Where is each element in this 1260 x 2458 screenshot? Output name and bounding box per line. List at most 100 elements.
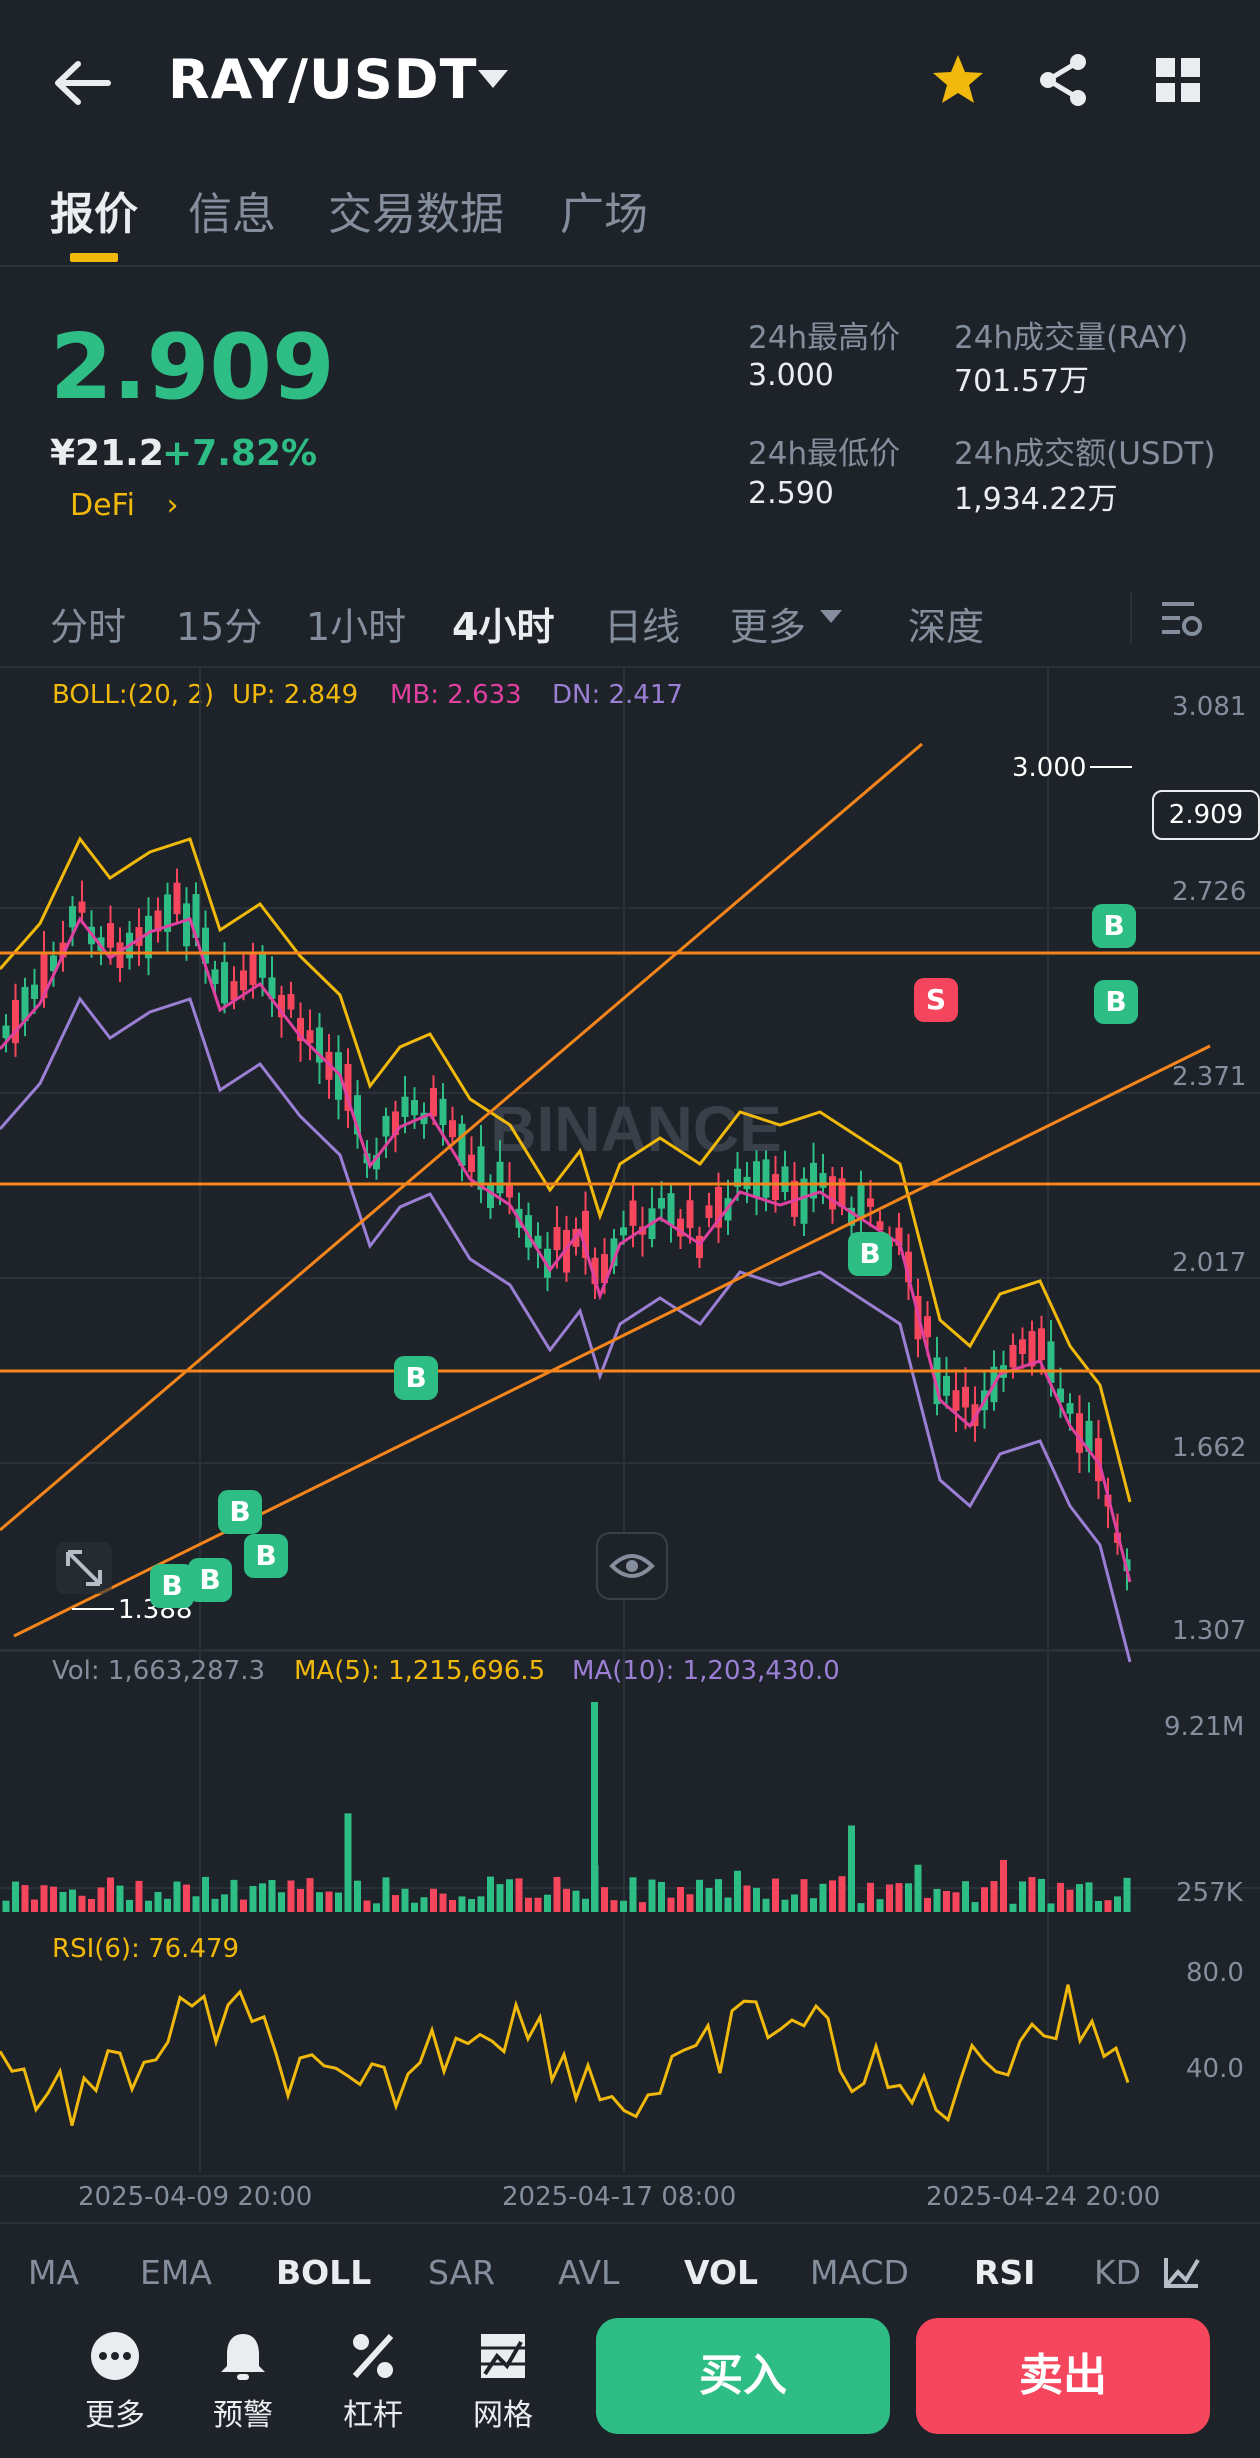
candle-body: [943, 1375, 950, 1396]
volume-bar: [1047, 1903, 1055, 1912]
chart-settings-icon[interactable]: [1160, 598, 1204, 642]
share-icon[interactable]: [1036, 52, 1090, 108]
volume-bar: [50, 1886, 57, 1912]
volume-bar: [40, 1885, 48, 1912]
buy-signal-badge[interactable]: B: [848, 1232, 892, 1276]
tab-trade-data[interactable]: 交易数据: [328, 178, 504, 242]
volume-bar: [1085, 1882, 1093, 1912]
buy-button[interactable]: 买入: [596, 2318, 890, 2434]
volume-bar: [1019, 1881, 1026, 1912]
ind-vol[interactable]: VOL: [684, 2253, 758, 2292]
action-margin[interactable]: 杠杆: [328, 2330, 418, 2434]
boll-lines: [0, 836, 1132, 1663]
buy-signal-badge[interactable]: B: [1094, 980, 1138, 1024]
volume-bar: [933, 1888, 941, 1912]
volume-bar: [373, 1903, 380, 1912]
candle-body: [401, 1096, 409, 1117]
pair-title[interactable]: RAY/USDT: [168, 48, 477, 111]
vol-ma5: MA(5): 1,215,696.5: [294, 1656, 546, 1686]
high-label: 24h最高价: [748, 320, 901, 356]
volume-bar: [449, 1900, 456, 1912]
interval-timeshare[interactable]: 分时: [50, 596, 126, 651]
last-price: 2.909: [50, 315, 335, 420]
star-icon[interactable]: [930, 52, 986, 108]
ind-ma[interactable]: MA: [28, 2253, 79, 2292]
tab-square[interactable]: 广场: [560, 178, 648, 242]
volume-bar: [126, 1899, 133, 1912]
kline-chart[interactable]: BINANCE 3.000 1.388: [0, 668, 1260, 2208]
action-more-label: 更多: [85, 2398, 145, 2433]
candle-body: [430, 1088, 437, 1117]
volume-bar: [582, 1898, 589, 1912]
volume-bar: [401, 1888, 409, 1912]
action-alert[interactable]: 预警: [198, 2330, 288, 2434]
price-change: +7.82%: [162, 433, 318, 474]
category-tag[interactable]: DeFi ›: [70, 488, 179, 523]
action-grid[interactable]: 网格: [458, 2330, 548, 2434]
candle-body: [772, 1174, 779, 1201]
sell-signal-badge[interactable]: S: [914, 978, 958, 1022]
candle-body: [173, 882, 181, 915]
buy-signal-badge[interactable]: B: [150, 1564, 194, 1608]
buy-signal-badge[interactable]: B: [1092, 904, 1136, 948]
buy-signal-badge[interactable]: B: [394, 1356, 438, 1400]
rsi-label: RSI(6): 76.479: [52, 1934, 240, 1964]
interval-1d[interactable]: 日线: [604, 596, 680, 651]
ind-ema[interactable]: EMA: [140, 2253, 212, 2292]
volume-bar: [876, 1899, 884, 1912]
drawn-lines[interactable]: [0, 742, 1260, 1638]
high-value: 3.000: [748, 358, 834, 393]
volume-label: 24h成交量(RAY): [954, 320, 1189, 356]
volume-bar: [97, 1887, 105, 1912]
action-more[interactable]: 更多: [70, 2330, 160, 2434]
volume-bar: [1114, 1896, 1121, 1912]
volume-bar: [534, 1897, 542, 1912]
interval-15m[interactable]: 15分: [176, 596, 262, 651]
volume-bar: [658, 1881, 665, 1912]
candle-body: [762, 1159, 770, 1198]
ind-boll[interactable]: BOLL: [276, 2253, 371, 2292]
candle-body: [857, 1184, 865, 1218]
ind-rsi[interactable]: RSI: [974, 2253, 1035, 2292]
ind-sar[interactable]: SAR: [428, 2253, 495, 2292]
interval-1h[interactable]: 1小时: [306, 596, 406, 651]
caret-down-icon[interactable]: [476, 68, 510, 92]
sell-button[interactable]: 卖出: [916, 2318, 1210, 2434]
rsi-axis-bottom: 40.0: [1186, 2054, 1244, 2084]
interval-more[interactable]: 更多: [730, 596, 806, 651]
volume-bar: [354, 1880, 361, 1912]
back-arrow-icon[interactable]: [52, 58, 112, 108]
buy-signal-badge[interactable]: B: [188, 1558, 232, 1602]
ind-avl[interactable]: AVL: [558, 2253, 619, 2292]
grid-layout-icon[interactable]: [1154, 56, 1202, 104]
candle-body: [496, 1161, 504, 1194]
buy-signal-badge[interactable]: B: [244, 1534, 288, 1578]
hide-drawings-button[interactable]: [596, 1532, 668, 1600]
candle-body: [867, 1198, 874, 1207]
candle-body: [31, 984, 38, 999]
volume-bar: [496, 1884, 504, 1912]
buy-signal-badge[interactable]: B: [218, 1490, 262, 1534]
volume-bar: [477, 1896, 485, 1912]
volume-bar: [800, 1879, 808, 1912]
candle-body: [69, 906, 76, 928]
indicator-settings-icon[interactable]: [1160, 2252, 1204, 2292]
candle-body: [553, 1226, 561, 1251]
candle-body: [468, 1154, 475, 1172]
volume-bar: [620, 1900, 627, 1912]
candle-body: [259, 953, 266, 978]
tab-info[interactable]: 信息: [188, 178, 276, 242]
interval-4h[interactable]: 4小时: [452, 596, 554, 651]
candle-body: [2, 1025, 10, 1039]
volume-bar: [639, 1902, 646, 1912]
candle-body: [1009, 1344, 1017, 1368]
ind-kd[interactable]: KD: [1094, 2253, 1141, 2292]
candle-body: [658, 1198, 665, 1209]
volume-bar: [734, 1870, 741, 1912]
candle-body: [1028, 1331, 1036, 1367]
drawing-tool-icon[interactable]: [54, 1540, 114, 1596]
interval-depth[interactable]: 深度: [908, 596, 984, 651]
max-price-label: 3.000: [1012, 753, 1086, 783]
tab-quote[interactable]: 报价: [50, 178, 138, 242]
ind-macd[interactable]: MACD: [810, 2253, 909, 2292]
